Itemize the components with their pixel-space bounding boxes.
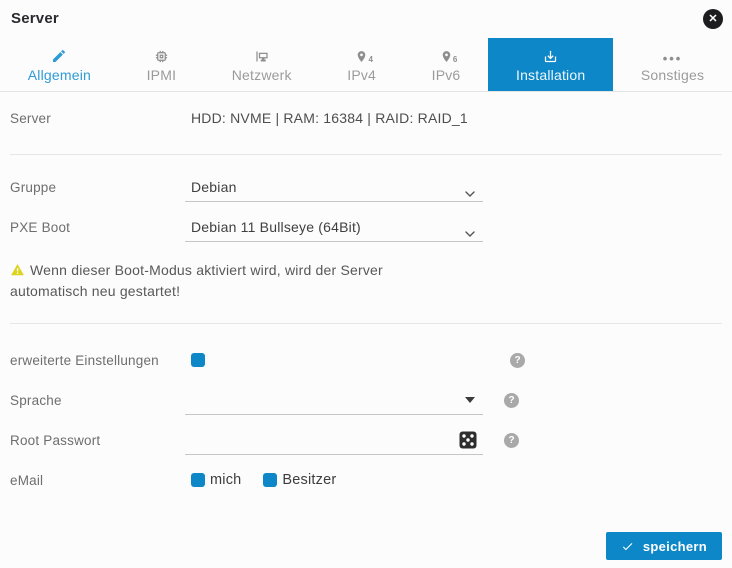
erweiterte-einstellungen-field — [185, 340, 489, 380]
server-info-value: HDD: NVME | RAM: 16384 | RAID: RAID_1 — [185, 110, 468, 126]
tab-sonstiges[interactable]: ••• Sonstiges — [613, 38, 732, 91]
help-icon[interactable]: ? — [504, 393, 519, 408]
tab-ipv4[interactable]: 4 IPv4 — [319, 38, 403, 91]
warning-text: Wenn dieser Boot-Modus aktiviert wird, w… — [10, 262, 383, 299]
network-card-icon — [254, 47, 270, 64]
warning-icon — [10, 263, 25, 277]
save-button[interactable]: speichern — [606, 532, 722, 560]
pencil-icon — [51, 47, 67, 64]
dialog-header: Server ✕ — [0, 0, 732, 38]
root-passwort-label: Root Passwort — [10, 433, 185, 448]
help-icon[interactable]: ? — [504, 433, 519, 448]
gruppe-selected-value: Debian — [185, 179, 237, 195]
close-icon[interactable]: ✕ — [703, 9, 723, 29]
tab-netzwerk[interactable]: Netzwerk — [204, 38, 320, 91]
ellipsis-icon: ••• — [663, 47, 683, 64]
download-icon — [543, 47, 558, 64]
sprache-select[interactable] — [185, 380, 483, 420]
erweiterte-einstellungen-label: erweiterte Einstellungen — [10, 353, 185, 368]
reboot-warning: Wenn dieser Boot-Modus aktiviert wird, w… — [10, 260, 442, 302]
pxe-boot-select[interactable]: Debian 11 Bullseye (64Bit) — [185, 207, 483, 247]
pxe-boot-row: PXE Boot Debian 11 Bullseye (64Bit) — [10, 207, 722, 247]
tab-label: Allgemein — [28, 67, 91, 83]
gruppe-label: Gruppe — [10, 180, 185, 195]
check-icon — [621, 540, 634, 553]
dice-icon[interactable] — [459, 431, 477, 449]
tab-label: IPv6 — [432, 67, 461, 83]
pxe-boot-label: PXE Boot — [10, 220, 185, 235]
email-mich-option[interactable]: mich — [191, 472, 241, 488]
sprache-label: Sprache — [10, 393, 185, 408]
tab-label: Installation — [516, 67, 585, 83]
dropdown-arrow-icon — [465, 397, 475, 403]
email-besitzer-label: Besitzer — [282, 472, 336, 488]
pin-badge: 6 — [453, 55, 458, 64]
root-passwort-row: Root Passwort ? — [10, 420, 722, 460]
email-mich-checkbox[interactable] — [191, 473, 205, 487]
help-icon[interactable]: ? — [510, 353, 525, 368]
save-button-label: speichern — [643, 539, 707, 554]
location-pin-icon: 4 — [355, 47, 368, 64]
gruppe-row: Gruppe Debian — [10, 167, 722, 207]
tab-label: IPv4 — [347, 67, 376, 83]
divider — [10, 154, 722, 155]
chevron-down-icon — [465, 184, 475, 202]
tab-label: IPMI — [147, 67, 177, 83]
tab-ipv6[interactable]: 6 IPv6 — [404, 38, 488, 91]
divider — [10, 323, 722, 324]
tab-bar: Allgemein IPMI Netzwerk 4 IPv4 6 — [0, 38, 732, 92]
chip-icon — [154, 47, 169, 64]
pin-badge: 4 — [369, 55, 374, 64]
input-underline — [185, 414, 483, 415]
chevron-down-icon — [465, 224, 475, 242]
gruppe-select[interactable]: Debian — [185, 167, 483, 207]
tab-label: Netzwerk — [232, 67, 292, 83]
server-dialog: Server ✕ Allgemein IPMI Netzwerk 4 — [0, 0, 732, 568]
tab-ipmi[interactable]: IPMI — [119, 38, 204, 91]
email-row: eMail mich Besitzer — [10, 460, 722, 500]
tab-panel-installation: Server HDD: NVME | RAM: 16384 | RAID: RA… — [0, 96, 732, 560]
email-besitzer-checkbox[interactable] — [263, 473, 277, 487]
input-underline — [185, 454, 483, 455]
server-info-label: Server — [10, 111, 185, 126]
tab-installation[interactable]: Installation — [488, 38, 613, 91]
email-mich-label: mich — [210, 472, 241, 488]
dialog-title: Server — [11, 10, 59, 27]
email-label: eMail — [10, 473, 185, 488]
tab-label: Sonstiges — [641, 67, 704, 83]
input-underline — [185, 241, 483, 242]
tab-allgemein[interactable]: Allgemein — [0, 38, 119, 91]
input-underline — [185, 201, 483, 202]
location-pin-icon: 6 — [440, 47, 453, 64]
server-info-row: Server HDD: NVME | RAM: 16384 | RAID: RA… — [10, 96, 722, 140]
root-passwort-input[interactable] — [185, 420, 483, 460]
pxe-boot-selected-value: Debian 11 Bullseye (64Bit) — [185, 219, 361, 235]
email-besitzer-option[interactable]: Besitzer — [263, 472, 336, 488]
erweiterte-einstellungen-row: erweiterte Einstellungen ? — [10, 340, 722, 380]
dialog-footer: speichern — [10, 532, 722, 560]
sprache-row: Sprache ? — [10, 380, 722, 420]
erweiterte-einstellungen-checkbox[interactable] — [191, 353, 205, 367]
email-checkbox-group: mich Besitzer — [185, 472, 336, 488]
